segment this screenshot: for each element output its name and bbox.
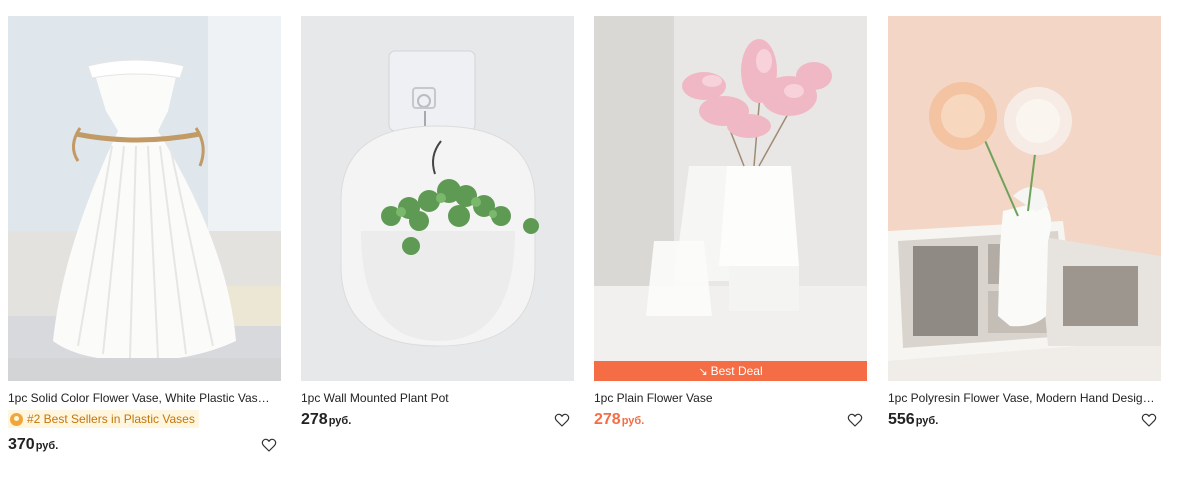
wishlist-heart-icon[interactable] [554,412,570,428]
plain-flower-vase-photo [594,16,867,381]
product-price: 370руб. [8,435,59,453]
bestseller-badge-text: #2 Best Sellers in Plastic Vases [27,412,195,426]
wall-mounted-plant-pot-photo [301,16,574,381]
product-image[interactable] [888,16,1161,381]
trend-arrow-icon: ↘ [698,366,708,378]
product-title[interactable]: 1pc Plain Flower Vase [594,391,862,406]
price-row: 556руб. [888,409,1161,433]
product-title[interactable]: 1pc Wall Mounted Plant Pot [301,391,569,406]
bestseller-badge[interactable]: #2 Best Sellers in Plastic Vases [8,410,199,428]
product-title[interactable]: 1pc Solid Color Flower Vase, White Plast… [8,391,276,406]
product-price: 278руб. [301,411,352,428]
product-title[interactable]: 1pc Polyresin Flower Vase, Modern Hand D… [888,391,1156,406]
hand-shaped-vase-photo [888,16,1161,381]
wishlist-heart-icon[interactable] [847,412,863,428]
price-row: 370руб. [8,434,281,458]
product-card[interactable]: ↘ Best Deal 1pc Plain Flower Vase 278руб. [594,16,867,433]
medal-icon [10,412,23,426]
product-grid: 1pc Solid Color Flower Vase, White Plast… [0,0,1200,492]
product-image[interactable] [301,16,574,381]
product-card[interactable]: 1pc Solid Color Flower Vase, White Plast… [8,16,281,458]
product-price: 278руб. [594,411,645,428]
currency-label: руб. [621,415,645,427]
product-card[interactable]: 1pc Wall Mounted Plant Pot 278руб. [301,16,574,433]
currency-label: руб. [35,439,59,452]
white-origami-vase-photo [8,16,281,381]
product-image[interactable]: ↘ Best Deal [594,16,867,381]
currency-label: руб. [328,415,352,427]
wishlist-heart-icon[interactable] [261,437,277,453]
best-deal-banner: ↘ Best Deal [594,361,867,381]
price-row: 278руб. [301,409,574,433]
product-image[interactable] [8,16,281,381]
product-price: 556руб. [888,411,939,428]
product-card[interactable]: 1pc Polyresin Flower Vase, Modern Hand D… [888,16,1161,433]
currency-label: руб. [915,415,939,427]
wishlist-heart-icon[interactable] [1141,412,1157,428]
price-row: 278руб. [594,409,867,433]
